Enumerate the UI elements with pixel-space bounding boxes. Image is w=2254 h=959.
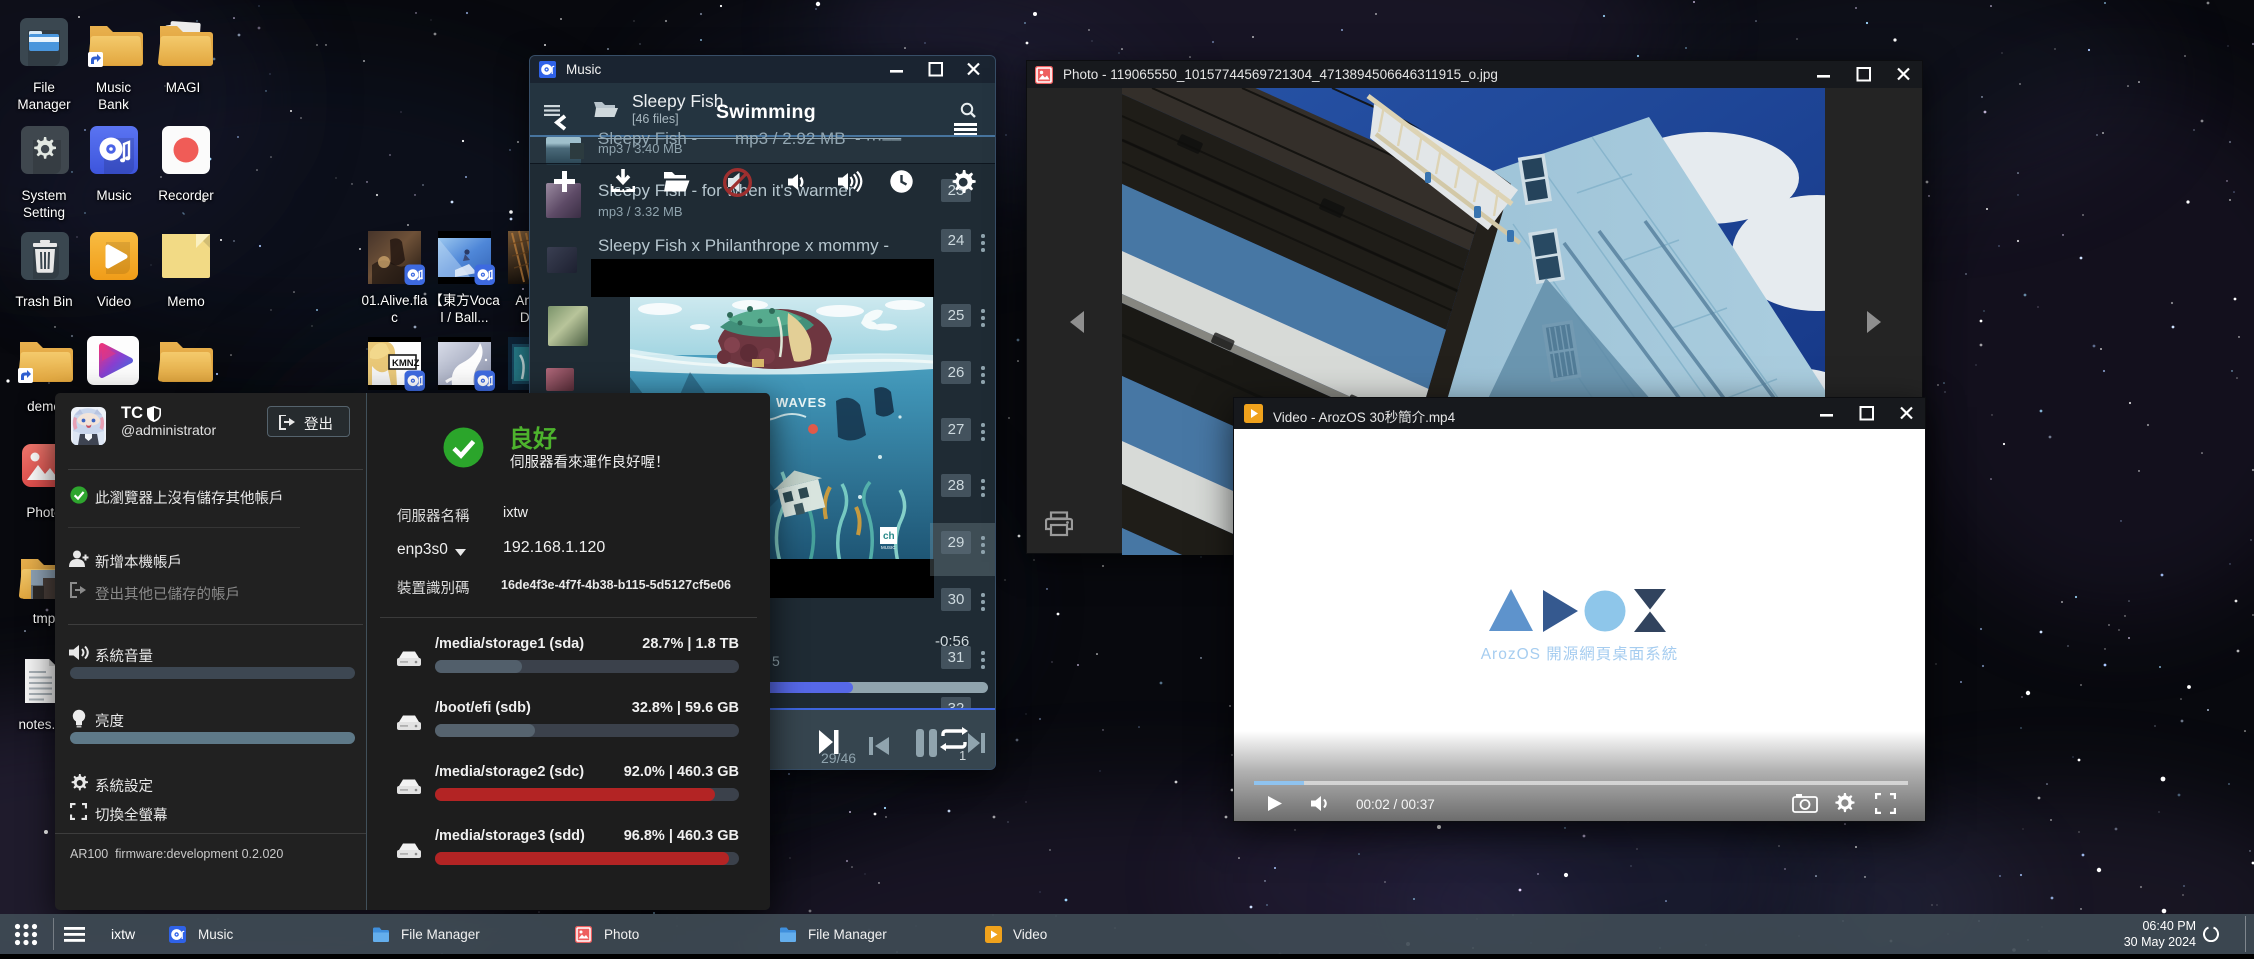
svg-text:KMNZ: KMNZ	[392, 358, 420, 369]
svg-text:MUSIC: MUSIC	[881, 545, 896, 550]
svg-text:WAVES: WAVES	[776, 395, 827, 410]
svg-text:ch: ch	[883, 531, 895, 542]
